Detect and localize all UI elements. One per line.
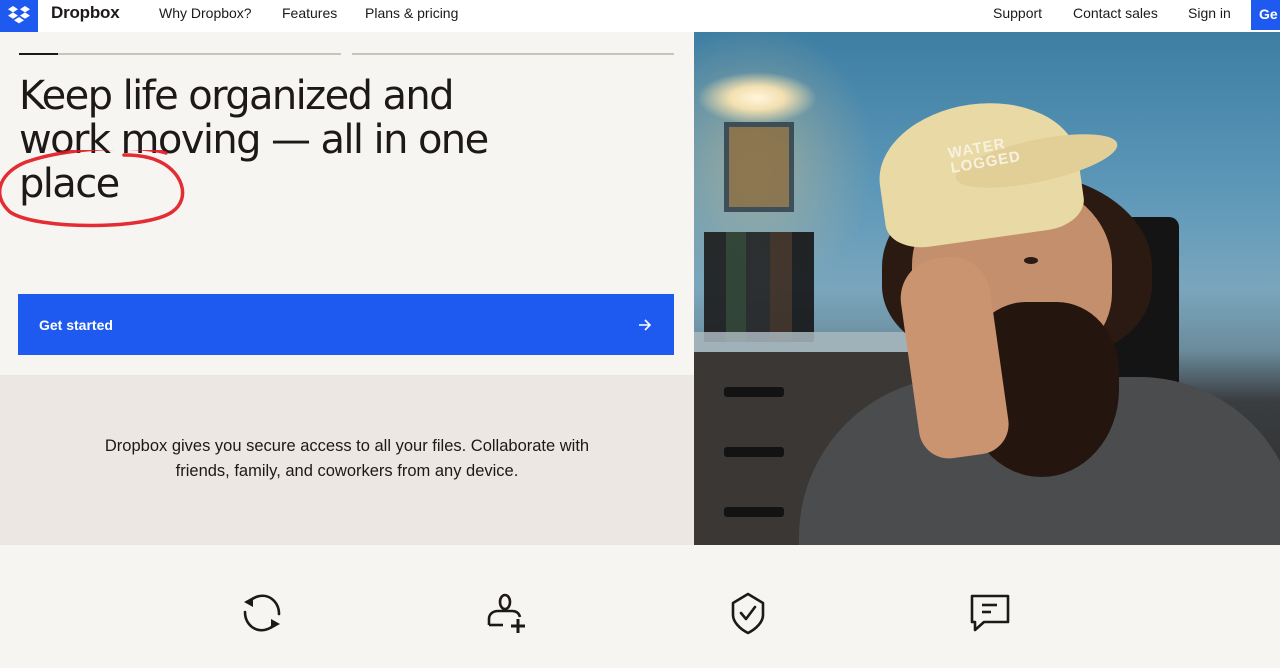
description-panel: Dropbox gives you secure access to all y… [0,375,694,545]
description-line: friends, family, and coworkers from any … [175,462,519,480]
brand-name[interactable]: Dropbox [51,3,120,23]
carousel-progress-2[interactable] [352,53,674,55]
photo-shelf-items [704,232,814,342]
nav-link-plans-pricing[interactable]: Plans & pricing [365,5,458,21]
hero-photo: WATER LOGGED [694,32,1280,545]
hero-headline: Keep life organized and work moving — al… [19,73,489,207]
nav-link-features[interactable]: Features [282,5,337,21]
dropbox-logo[interactable] [0,0,38,32]
sync-icon[interactable] [240,591,284,635]
carousel-progress-1[interactable] [19,53,341,55]
headline-line: work moving — all in one [19,117,489,163]
hero-description: Dropbox gives you secure access to all y… [60,434,634,484]
headline-line-highlighted: place [19,161,120,207]
nav-link-why-dropbox[interactable]: Why Dropbox? [159,5,252,21]
nav-link-support[interactable]: Support [993,5,1042,21]
top-navigation: Dropbox Why Dropbox? Features Plans & pr… [0,0,1280,32]
photo-eye [1024,257,1038,264]
add-user-icon[interactable] [485,591,529,635]
nav-link-sign-in[interactable]: Sign in [1188,5,1231,21]
nav-link-contact-sales[interactable]: Contact sales [1073,5,1158,21]
photo-drawer-handle [724,507,784,517]
dropbox-logo-icon [8,6,30,24]
arrow-right-icon [639,318,652,331]
description-line: Dropbox gives you secure access to all y… [104,437,590,455]
hero-text-section: Keep life organized and work moving — al… [0,32,694,375]
photo-wall-frame [724,122,794,212]
photo-drawer-handle [724,387,784,397]
get-started-nav-button[interactable]: Ge [1251,0,1280,30]
get-started-button[interactable]: Get started [18,294,674,355]
carousel-progress-fill [19,53,58,55]
comment-icon[interactable] [968,591,1012,635]
photo-drawer-handle [724,447,784,457]
features-icon-row [0,545,1280,668]
headline-line: Keep life organized and [19,73,455,119]
get-started-label: Get started [39,316,113,333]
shield-check-icon[interactable] [726,591,770,635]
